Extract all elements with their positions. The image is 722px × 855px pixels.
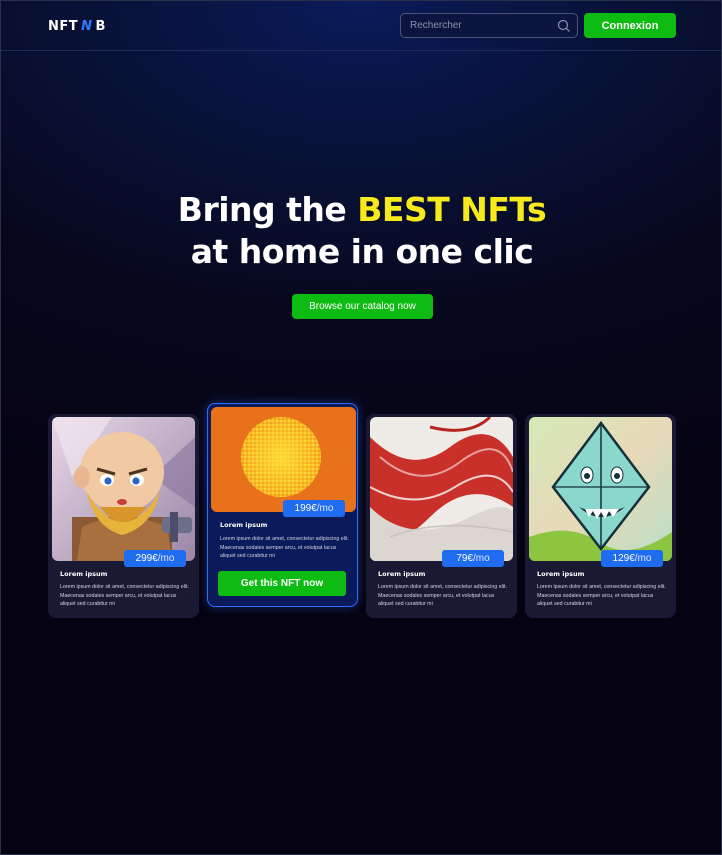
price-unit: /mo — [316, 503, 334, 514]
nft-image-red-wave — [370, 417, 513, 561]
hero-line-1: Bring the BEST NFTs — [1, 189, 722, 231]
card-description: Lorem ipsum dolor sit amet, consectetur … — [537, 584, 666, 607]
price-badge: 129€/mo — [601, 550, 663, 567]
nft-card[interactable]: 129€/mo Lorem ipsum Lorem ipsum dolor si… — [525, 414, 676, 618]
logo-text-middle: N — [81, 19, 93, 34]
price-value: 129€ — [612, 553, 635, 564]
search-box — [400, 13, 578, 38]
top-nav: NFTNB Connexion — [1, 1, 722, 51]
card-title: Lorem ipsum — [537, 570, 585, 578]
hero-line-2: at home in one clic — [190, 232, 534, 271]
login-button[interactable]: Connexion — [584, 13, 676, 38]
price-value: 79€ — [456, 553, 473, 564]
card-description: Lorem ipsum dolor sit amet, consectetur … — [60, 584, 189, 607]
nft-card[interactable]: 79€/mo Lorem ipsum Lorem ipsum dolor sit… — [366, 414, 517, 618]
get-nft-button[interactable]: Get this NFT now — [218, 571, 346, 596]
price-value: 299€ — [135, 553, 158, 564]
price-value: 199€ — [294, 503, 317, 514]
price-unit: /mo — [634, 553, 652, 564]
nft-image-warrior — [52, 417, 195, 561]
price-unit: /mo — [473, 553, 490, 564]
hero-highlight: BEST NFTs — [357, 190, 547, 229]
logo[interactable]: NFT N B — [48, 19, 106, 34]
nft-image-crystal-monster — [529, 417, 672, 561]
search-input[interactable] — [401, 14, 577, 37]
search-icon[interactable] — [557, 19, 571, 33]
nft-card[interactable]: 299€/mo Lorem ipsum Lorem ipsum dolor si… — [48, 414, 199, 618]
price-badge: 199€/mo — [283, 500, 345, 517]
logo-text-left: NFT — [48, 19, 79, 34]
browse-catalog-button[interactable]: Browse our catalog now — [292, 294, 433, 319]
nft-card-featured[interactable]: 199€/mo Lorem ipsum Lorem ipsum dolor si… — [207, 403, 358, 607]
card-description: Lorem ipsum dolor sit amet, consectetur … — [220, 536, 349, 559]
hero-heading: Bring the BEST NFTs at home in one clic — [1, 189, 722, 273]
card-title: Lorem ipsum — [220, 521, 268, 529]
card-title: Lorem ipsum — [60, 570, 108, 578]
price-unit: /mo — [157, 553, 175, 564]
card-description: Lorem ipsum dolor sit amet, consectetur … — [378, 584, 507, 607]
hero-line-1-prefix: Bring the — [177, 190, 358, 229]
card-title: Lorem ipsum — [378, 570, 426, 578]
nft-image-halftone-sun — [211, 407, 356, 512]
logo-text-right: B — [95, 19, 106, 34]
price-badge: 299€/mo — [124, 550, 186, 567]
price-badge: 79€/mo — [442, 550, 504, 567]
